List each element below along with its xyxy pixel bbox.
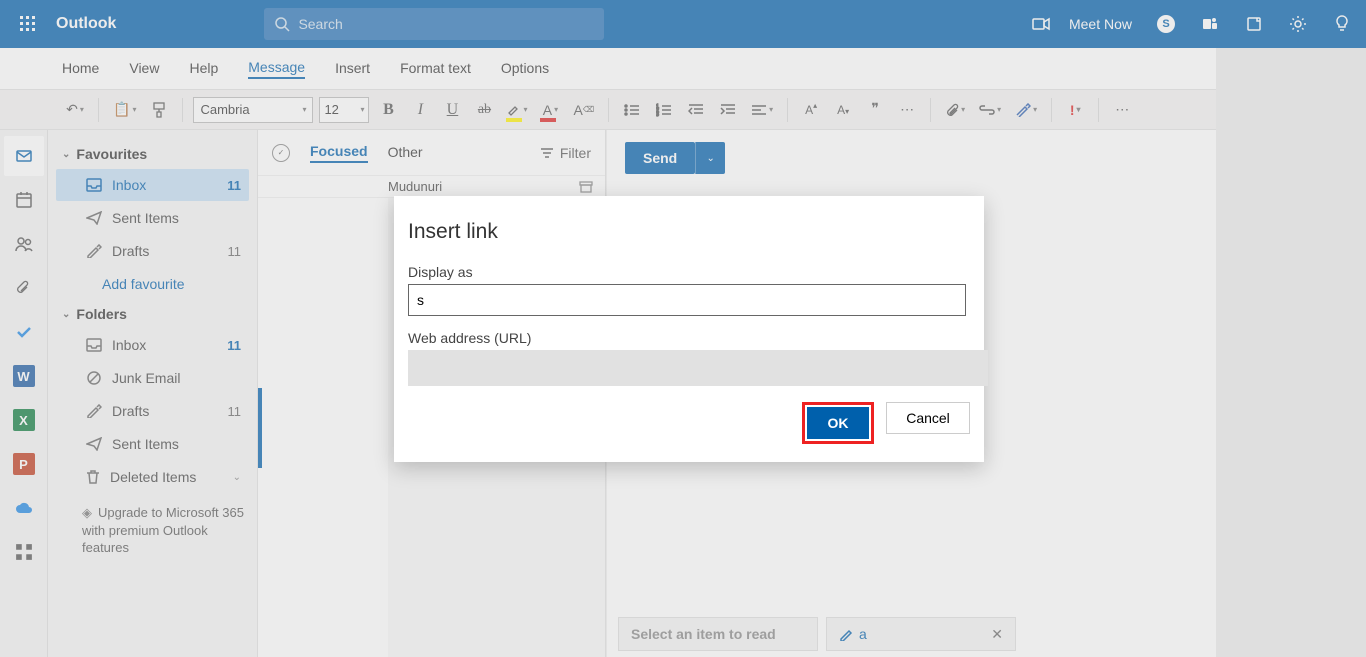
insert-link-dialog: Insert link Display as Web address (URL)…	[394, 196, 984, 462]
ok-highlight: OK	[802, 402, 874, 444]
url-input[interactable]	[408, 350, 988, 386]
url-label: Web address (URL)	[408, 330, 970, 346]
display-as-input[interactable]	[408, 284, 966, 316]
display-as-label: Display as	[408, 264, 970, 280]
ok-button[interactable]: OK	[807, 407, 869, 439]
cancel-button[interactable]: Cancel	[886, 402, 970, 434]
dialog-title: Insert link	[408, 220, 970, 244]
